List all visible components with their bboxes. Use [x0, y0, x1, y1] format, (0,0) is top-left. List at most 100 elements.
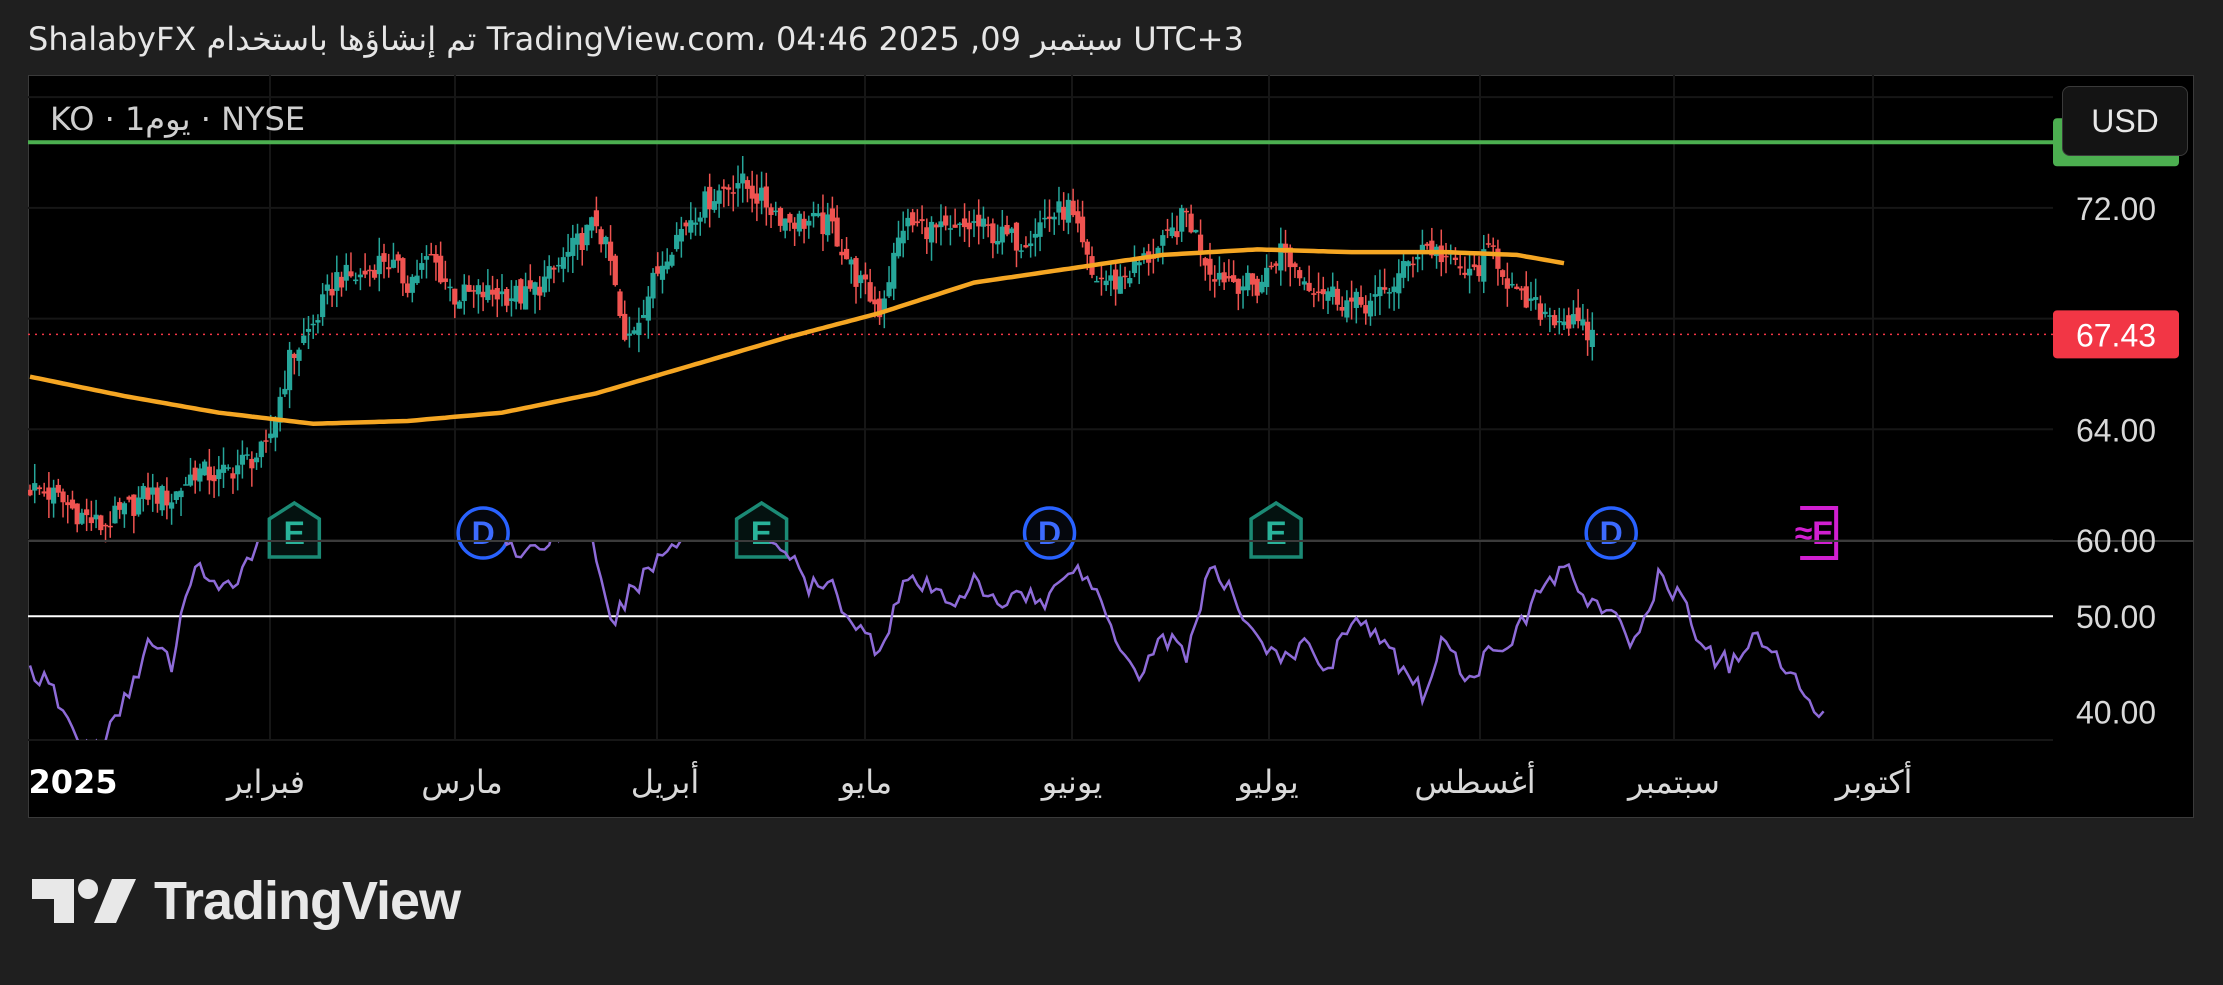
candle	[1467, 251, 1473, 294]
candle	[579, 227, 585, 266]
candle	[121, 501, 127, 528]
candle	[291, 352, 297, 375]
candle	[636, 307, 642, 353]
candle	[1382, 268, 1388, 294]
event-label: E	[284, 515, 305, 551]
candle	[1193, 229, 1199, 234]
candle	[244, 447, 250, 460]
candle	[1174, 215, 1180, 245]
price-axis: 76.0072.0064.0060.0050.0040.0074.3767.43	[2053, 80, 2179, 730]
candle	[1160, 229, 1166, 265]
candle	[126, 495, 132, 503]
candle	[584, 224, 590, 251]
candle	[796, 210, 802, 237]
candle	[664, 248, 670, 274]
candle	[249, 451, 255, 487]
candle	[570, 224, 576, 274]
candle	[1415, 252, 1421, 273]
candle	[1339, 296, 1345, 317]
candle	[41, 482, 47, 497]
price-tick-label: 72.00	[2076, 191, 2156, 227]
candle	[763, 172, 769, 226]
candle	[485, 269, 491, 303]
candle	[55, 478, 61, 498]
candle	[508, 280, 515, 317]
candle	[858, 270, 864, 299]
candle	[489, 275, 496, 307]
candle	[1504, 262, 1510, 307]
candle	[820, 194, 826, 252]
candle	[1533, 278, 1539, 310]
candle	[1065, 193, 1071, 235]
time-tick-label: سبتمبر	[1626, 763, 1720, 801]
candle	[1183, 208, 1189, 228]
candle	[556, 257, 562, 273]
candle	[1575, 289, 1581, 329]
candle	[669, 252, 675, 268]
candle	[150, 473, 156, 512]
candle	[749, 170, 755, 213]
candle	[1315, 272, 1322, 302]
candle	[253, 452, 260, 470]
time-tick-label: فبراير	[225, 763, 305, 801]
candle	[1500, 269, 1506, 285]
time-tick-label: يوليو	[1235, 763, 1298, 801]
candle	[1344, 290, 1350, 323]
candle	[928, 216, 935, 261]
candle	[1103, 270, 1109, 292]
candle	[829, 196, 835, 234]
earnings-event-marker: E	[267, 500, 322, 559]
candle	[853, 255, 859, 304]
candle	[140, 483, 146, 512]
candlestick-series	[28, 156, 1595, 543]
candle	[433, 245, 439, 281]
candle	[405, 275, 411, 298]
candle	[1009, 227, 1015, 243]
candle	[1386, 287, 1392, 309]
candle	[1051, 212, 1057, 235]
candle	[551, 265, 557, 284]
candle	[235, 449, 241, 491]
candle	[711, 188, 717, 213]
candle	[1367, 293, 1374, 326]
candle	[107, 511, 113, 538]
candle	[1089, 246, 1095, 279]
candle	[371, 264, 378, 280]
candle	[1202, 256, 1208, 281]
candle	[1013, 221, 1020, 268]
candle	[296, 347, 302, 377]
candle	[438, 241, 444, 285]
candle	[683, 220, 689, 236]
candle	[1259, 274, 1265, 294]
candle	[650, 268, 656, 309]
candle	[560, 247, 566, 283]
candle	[735, 165, 741, 207]
candle	[914, 209, 920, 227]
candle	[305, 316, 312, 350]
candle	[862, 262, 869, 295]
candle	[32, 463, 38, 504]
event-label: D	[1038, 515, 1061, 551]
candle	[357, 268, 363, 291]
candle	[612, 253, 618, 287]
candle	[792, 217, 798, 247]
candle	[1273, 261, 1279, 274]
candle	[1018, 244, 1024, 259]
candle	[1122, 266, 1128, 290]
candle	[1330, 272, 1336, 305]
candle	[1349, 280, 1355, 320]
candle	[1580, 303, 1586, 331]
candle	[692, 207, 699, 236]
candle	[1443, 242, 1449, 274]
candle	[88, 500, 94, 531]
candle	[933, 222, 939, 244]
time-tick-label: مارس	[421, 763, 502, 801]
candle	[192, 460, 198, 494]
candle	[65, 494, 71, 524]
price-chart[interactable]: EDEDED≈E 76.0072.0064.0060.0050.0040.007…	[28, 75, 2194, 818]
candle	[117, 497, 123, 519]
candle	[173, 491, 179, 504]
candle	[943, 206, 949, 231]
tradingview-wordmark: TradingView	[154, 871, 461, 931]
currency-button[interactable]: USD	[2062, 86, 2188, 156]
